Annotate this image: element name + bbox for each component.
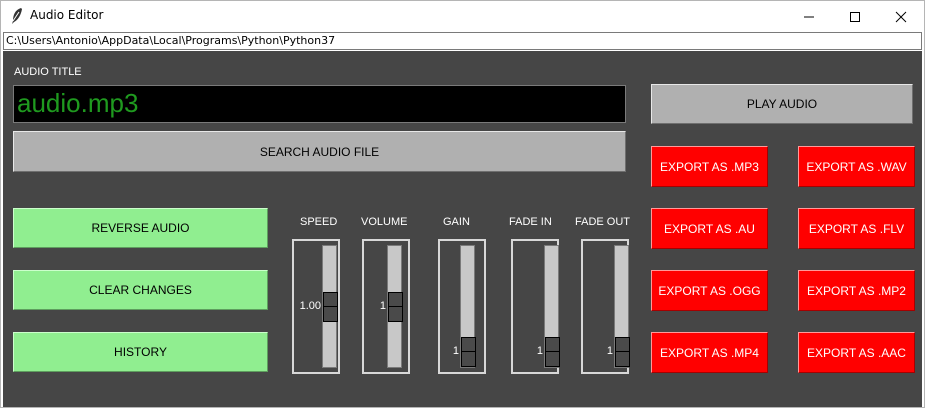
export-mp4-button[interactable]: EXPORT AS .MP4 (651, 332, 768, 373)
speed-trough[interactable] (322, 245, 338, 368)
path-entry[interactable]: C:\Users\Antonio\AppData\Local\Programs\… (3, 32, 922, 50)
search-audio-file-button[interactable]: SEARCH AUDIO FILE (13, 131, 626, 172)
volume-slider[interactable]: 1 (362, 239, 410, 374)
minimize-icon (804, 16, 814, 17)
fade-out-slider[interactable]: 1 (581, 239, 630, 374)
export-aac-button[interactable]: EXPORT AS .AAC (798, 332, 915, 373)
app-window: Audio Editor C:\Users\Antonio\AppData\Lo… (0, 0, 925, 408)
gain-slider[interactable]: 1 (438, 239, 486, 374)
gain-trough[interactable] (460, 245, 476, 368)
clear-changes-button[interactable]: CLEAR CHANGES (13, 270, 268, 310)
feather-icon (9, 7, 25, 25)
minimize-button[interactable] (786, 1, 832, 32)
fade-in-slider[interactable]: 1 (511, 239, 560, 374)
maximize-icon (850, 11, 860, 22)
main-panel: AUDIO TITLE audio.mp3 SEARCH AUDIO FILE … (3, 51, 922, 407)
volume-trough[interactable] (387, 245, 403, 368)
fade-out-trough[interactable] (614, 245, 630, 368)
fade-in-trough[interactable] (544, 245, 560, 368)
export-mp2-button[interactable]: EXPORT AS .MP2 (798, 270, 915, 311)
window-title: Audio Editor (30, 8, 104, 22)
close-button[interactable] (878, 1, 924, 32)
speed-handle[interactable] (323, 292, 338, 322)
speed-slider[interactable]: 1.00 (292, 239, 340, 374)
volume-label: VOLUME (361, 216, 408, 228)
fade-in-handle[interactable] (545, 337, 560, 367)
export-flv-button[interactable]: EXPORT AS .FLV (798, 208, 915, 249)
maximize-button[interactable] (832, 1, 878, 32)
volume-value: 1 (379, 300, 386, 312)
history-button[interactable]: HISTORY (13, 332, 268, 372)
gain-value: 1 (452, 345, 459, 357)
fade-out-value: 1 (606, 345, 613, 357)
export-mp3-button[interactable]: EXPORT AS .MP3 (651, 146, 768, 187)
export-ogg-button[interactable]: EXPORT AS .OGG (651, 270, 768, 311)
audio-title-field[interactable]: audio.mp3 (13, 85, 626, 123)
export-wav-button[interactable]: EXPORT AS .WAV (798, 146, 915, 187)
gain-handle[interactable] (461, 337, 476, 367)
audio-title-label: AUDIO TITLE (14, 66, 82, 78)
gain-label: GAIN (443, 216, 470, 228)
fade-out-handle[interactable] (615, 337, 630, 367)
close-icon (895, 11, 907, 22)
fade-in-label: FADE IN (509, 216, 552, 228)
export-au-button[interactable]: EXPORT AS .AU (651, 208, 768, 249)
reverse-audio-button[interactable]: REVERSE AUDIO (13, 208, 268, 248)
fade-in-value: 1 (536, 345, 543, 357)
fade-out-label: FADE OUT (575, 216, 631, 228)
speed-label: SPEED (300, 216, 338, 228)
title-bar: Audio Editor (1, 1, 924, 32)
play-audio-button[interactable]: PLAY AUDIO (651, 84, 913, 124)
speed-value: 1.00 (299, 300, 321, 312)
volume-handle[interactable] (388, 292, 403, 322)
